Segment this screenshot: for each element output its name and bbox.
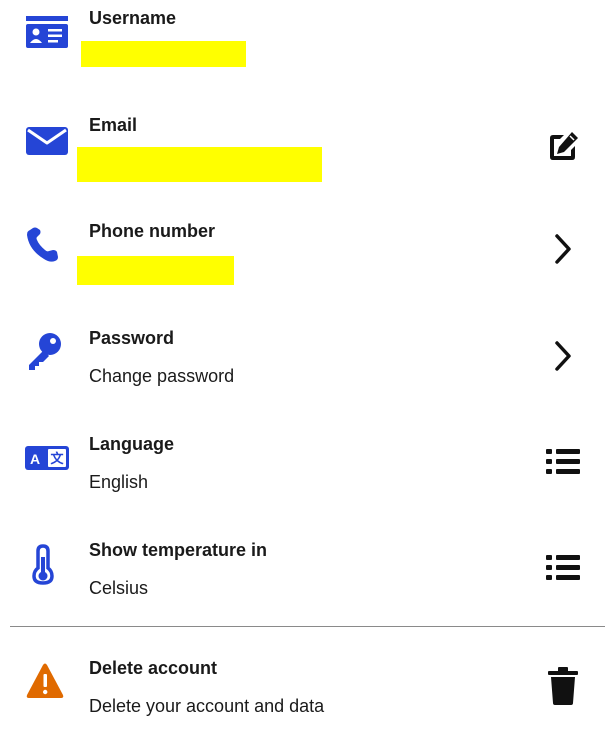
email-row[interactable]: Email xyxy=(0,107,605,197)
svg-text:文: 文 xyxy=(50,451,64,467)
language-value: English xyxy=(89,472,149,492)
edit-icon[interactable] xyxy=(543,127,583,167)
phone-value-redacted xyxy=(77,256,234,285)
temperature-label: Show temperature in xyxy=(89,540,268,560)
phone-icon xyxy=(24,227,72,263)
username-row: Username xyxy=(0,0,605,90)
thermometer-icon xyxy=(24,544,72,585)
username-label: Username xyxy=(89,8,177,28)
temperature-row[interactable]: Show temperature in Celsius xyxy=(0,532,605,622)
phone-row[interactable]: Phone number xyxy=(0,213,605,303)
delete-account-subtitle: Delete your account and data xyxy=(89,696,325,716)
id-card-icon xyxy=(24,14,72,50)
temperature-value: Celsius xyxy=(89,578,149,598)
password-subtitle: Change password xyxy=(89,366,235,386)
email-value-redacted xyxy=(77,147,322,182)
email-label: Email xyxy=(89,115,138,135)
language-row[interactable]: A 文 Language English xyxy=(0,426,605,516)
section-divider xyxy=(10,626,605,627)
chevron-right-icon[interactable] xyxy=(543,229,583,269)
svg-text:A: A xyxy=(30,451,40,467)
translate-icon: A 文 xyxy=(24,440,72,476)
trash-icon[interactable] xyxy=(543,666,583,706)
language-label: Language xyxy=(89,434,175,454)
password-row[interactable]: Password Change password xyxy=(0,320,605,410)
envelope-icon xyxy=(24,121,72,157)
password-label: Password xyxy=(89,328,175,348)
warning-icon xyxy=(24,663,72,700)
key-icon xyxy=(24,333,72,370)
username-value-redacted xyxy=(81,41,246,67)
list-icon[interactable] xyxy=(543,442,583,482)
phone-label: Phone number xyxy=(89,221,216,241)
chevron-right-icon[interactable] xyxy=(543,336,583,376)
list-icon[interactable] xyxy=(543,548,583,588)
delete-account-label: Delete account xyxy=(89,658,218,678)
delete-account-row[interactable]: Delete account Delete your account and d… xyxy=(0,650,605,740)
